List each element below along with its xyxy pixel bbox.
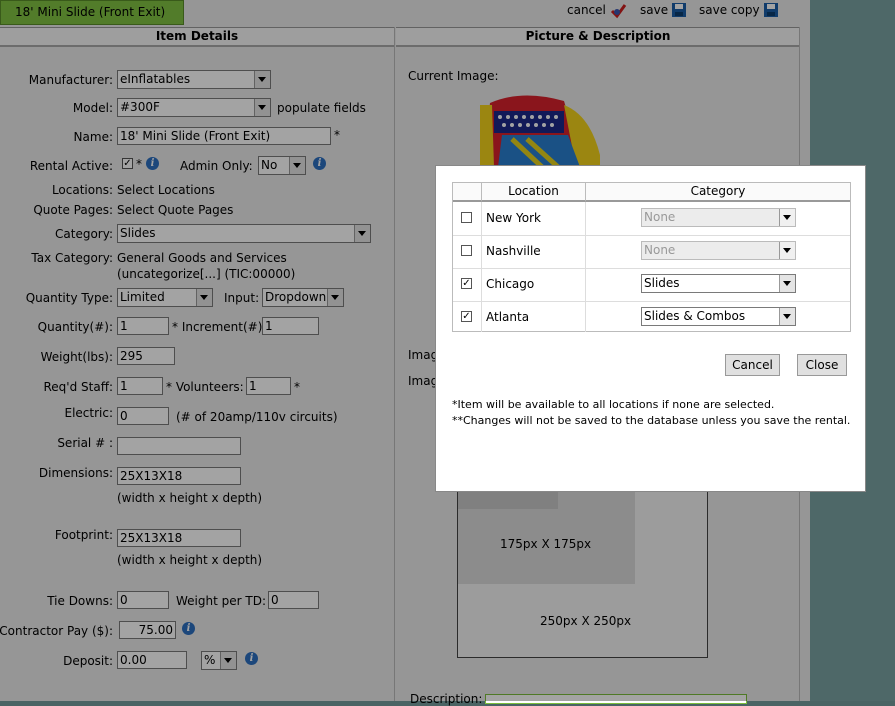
locations-table: Location Category New York None Nashvill… (452, 182, 851, 332)
location-checkbox[interactable] (461, 245, 472, 256)
location-row: Nashville None (453, 235, 850, 269)
close-button[interactable]: Close (797, 354, 847, 376)
location-category-select[interactable]: Slides & Combos (641, 307, 796, 326)
location-name: Atlanta (486, 310, 530, 324)
locations-note: *Item will be available to all locations… (452, 398, 775, 411)
location-name: New York (486, 211, 541, 225)
category-column-header: Category (586, 183, 850, 202)
checkbox-column-header (453, 183, 482, 202)
location-category-select: None (641, 208, 796, 227)
location-row: ✓ Chicago Slides (453, 268, 850, 302)
chevron-down-icon (779, 242, 795, 259)
chevron-down-icon (779, 209, 795, 226)
cancel-button[interactable]: Cancel (725, 354, 780, 376)
location-checkbox[interactable]: ✓ (461, 278, 472, 289)
location-row: New York None (453, 202, 850, 236)
location-checkbox[interactable]: ✓ (461, 311, 472, 322)
chevron-down-icon (779, 275, 795, 292)
location-name: Chicago (486, 277, 535, 291)
location-category-select[interactable]: Slides (641, 274, 796, 293)
locations-dialog: Location Category New York None Nashvill… (435, 165, 866, 492)
location-row: ✓ Atlanta Slides & Combos (453, 301, 850, 334)
location-name: Nashville (486, 244, 541, 258)
location-checkbox[interactable] (461, 212, 472, 223)
save-warning-note: **Changes will not be saved to the datab… (452, 414, 851, 427)
location-column-header: Location (482, 183, 586, 202)
chevron-down-icon (779, 308, 795, 325)
location-category-select: None (641, 241, 796, 260)
